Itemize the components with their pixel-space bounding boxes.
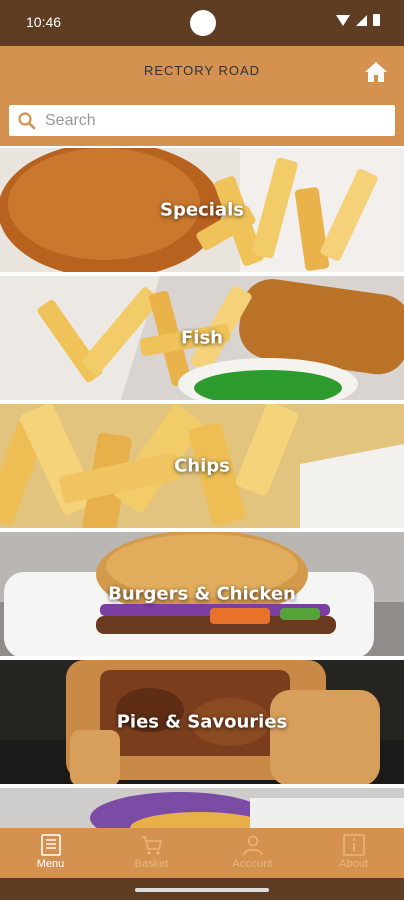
category-next[interactable] bbox=[0, 786, 404, 828]
status-time: 10:46 bbox=[26, 14, 62, 30]
gesture-handle[interactable] bbox=[135, 888, 269, 892]
search-icon bbox=[18, 111, 36, 129]
category-label: Fish bbox=[181, 327, 223, 349]
tab-label: Menu bbox=[36, 858, 65, 870]
wifi-icon bbox=[336, 14, 350, 26]
category-chips[interactable]: Chips bbox=[0, 402, 404, 528]
category-list: Specials Fish Chips Burgers & Chicken Pi… bbox=[0, 146, 404, 828]
tab-account[interactable]: Account bbox=[202, 828, 303, 878]
basket-icon bbox=[141, 836, 162, 855]
camera-cutout bbox=[190, 10, 216, 36]
category-label: Burgers & Chicken bbox=[108, 583, 296, 605]
search-input[interactable] bbox=[45, 111, 375, 130]
tab-menu[interactable]: Menu bbox=[0, 828, 101, 878]
tab-label: Account bbox=[232, 858, 273, 870]
tab-about[interactable]: About bbox=[303, 828, 404, 878]
info-icon bbox=[342, 834, 365, 856]
navigation-bar bbox=[0, 878, 404, 900]
tab-basket[interactable]: Basket bbox=[101, 828, 202, 878]
system-icons bbox=[336, 14, 380, 26]
bottom-tab-bar: Menu Basket Account About bbox=[0, 828, 404, 878]
category-fish[interactable]: Fish bbox=[0, 274, 404, 400]
tab-label: About bbox=[339, 858, 368, 870]
category-label: Chips bbox=[174, 455, 230, 477]
category-label: Specials bbox=[160, 199, 244, 221]
home-button[interactable] bbox=[364, 60, 388, 84]
status-bar: 10:46 bbox=[0, 0, 404, 46]
battery-icon bbox=[373, 14, 380, 26]
account-icon bbox=[242, 835, 263, 856]
category-specials[interactable]: Specials bbox=[0, 146, 404, 272]
category-burgers-chicken[interactable]: Burgers & Chicken bbox=[0, 530, 404, 656]
next-category-photo bbox=[0, 788, 404, 828]
app-header: RECTORY ROAD bbox=[0, 46, 404, 146]
signal-icon bbox=[356, 14, 367, 26]
page-title: RECTORY ROAD bbox=[143, 63, 261, 78]
menu-book-icon bbox=[40, 834, 61, 856]
category-pies-savouries[interactable]: Pies & Savouries bbox=[0, 658, 404, 784]
search-bar[interactable] bbox=[9, 105, 395, 136]
home-icon bbox=[365, 62, 387, 82]
category-label: Pies & Savouries bbox=[116, 711, 288, 733]
tab-label: Basket bbox=[134, 858, 169, 870]
